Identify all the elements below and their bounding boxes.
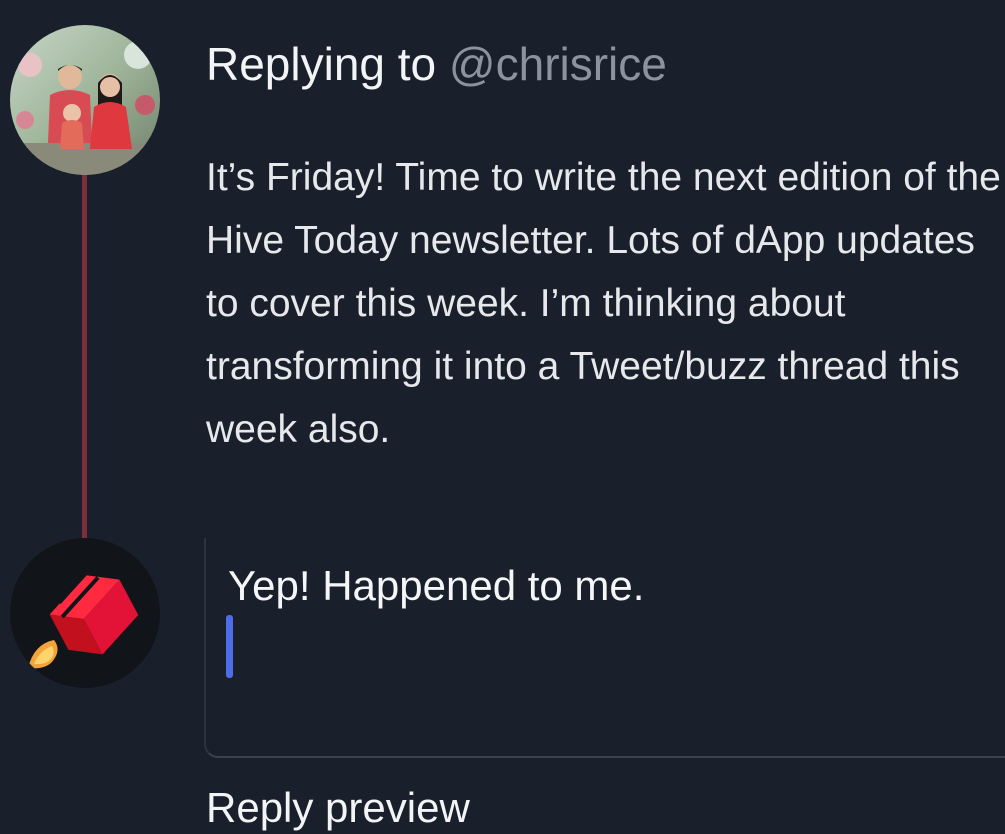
parent-post-text: It’s Friday! Time to write the next edit…	[206, 156, 1001, 451]
hive-rocket-logo-icon	[10, 538, 160, 688]
reply-context-header: Replying to @chrisrice	[206, 38, 667, 90]
current-user-avatar[interactable]	[10, 538, 160, 688]
parent-author-avatar[interactable]	[10, 25, 160, 175]
text-cursor	[226, 615, 233, 678]
thread-connector-line	[82, 168, 87, 540]
family-photo-avatar-image	[10, 25, 160, 175]
reply-input-text[interactable]: Yep! Happened to me.	[228, 560, 644, 612]
reply-preview-heading: Reply preview	[206, 784, 470, 831]
replying-to-label: Replying to	[206, 38, 437, 90]
reply-handle-link[interactable]: @chrisrice	[449, 38, 667, 90]
